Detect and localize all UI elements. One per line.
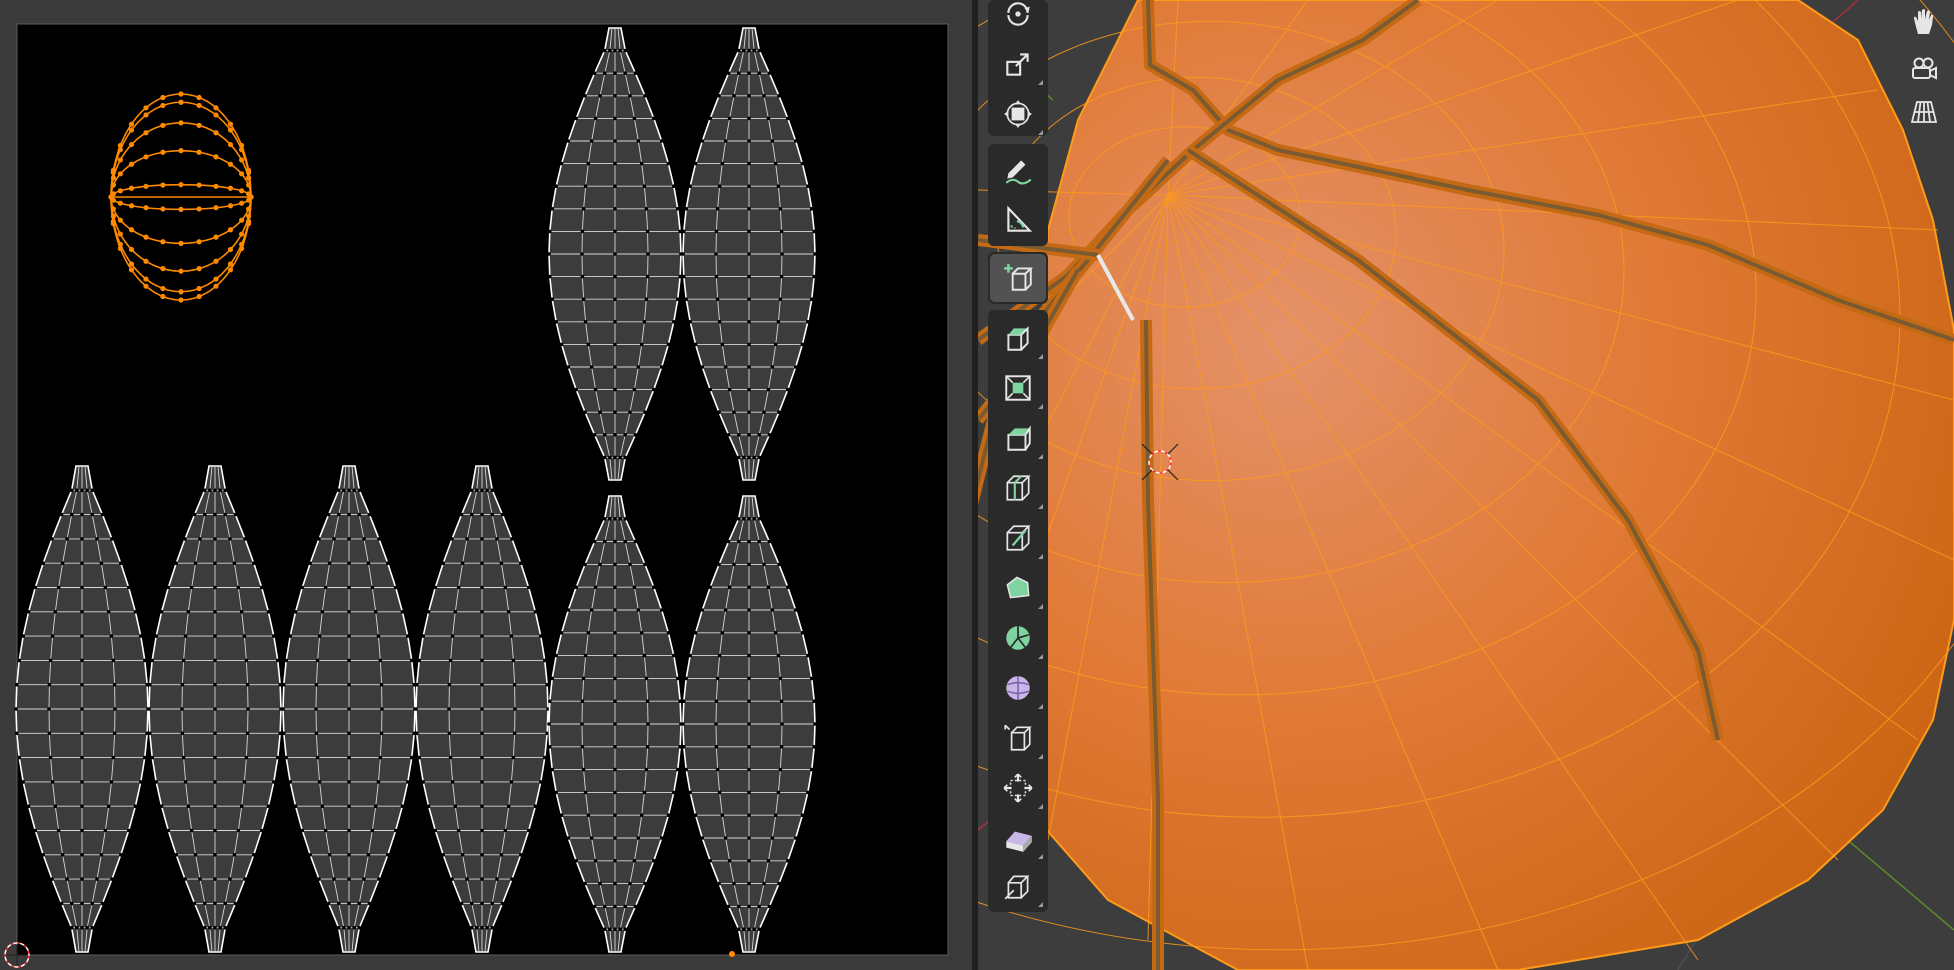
poly-build-icon [1006,576,1030,599]
knife-icon [1006,525,1031,551]
tool-options-indicator [1038,130,1043,135]
rotate-tool[interactable] [990,0,1046,38]
measure-tool[interactable] [990,196,1046,244]
tool-options-indicator [1038,554,1043,559]
measure-ruler-icon [1007,205,1033,232]
inset-faces-icon [1005,375,1031,401]
hand-icon [1914,9,1933,34]
scale-tool[interactable] [990,40,1046,88]
3d-viewport[interactable] [978,0,1954,970]
selected-vertex[interactable] [729,951,735,957]
extrude-region-tool[interactable] [990,314,1046,362]
tool-shelf [988,0,1048,912]
tool-options-indicator [1038,754,1043,759]
tool-options-indicator [1038,454,1043,459]
add-cube-tool[interactable] [990,254,1046,302]
tool-options-indicator [1038,804,1043,809]
tool-options-indicator [1038,604,1043,609]
bevel-tool[interactable] [990,414,1046,462]
inset-faces-tool[interactable] [990,364,1046,412]
edge-slide-icon [1004,724,1032,751]
poly-build-tool[interactable] [990,564,1046,612]
shear-tool[interactable] [990,814,1046,862]
tool-options-indicator [1038,504,1043,509]
perspective-toggle-button[interactable] [1904,92,1944,132]
uv-canvas[interactable] [0,0,972,970]
2d-cursor-icon[interactable] [4,942,30,968]
spin-icon [1006,626,1030,650]
uv-editor[interactable] [0,0,972,970]
shrink-fatten-tool[interactable] [990,764,1046,812]
transform-tool[interactable] [990,90,1046,138]
knife-tool[interactable] [990,514,1046,562]
tool-options-indicator [1038,404,1043,409]
shrink-fatten-icon [1003,773,1033,803]
tool-options-indicator [1038,704,1043,709]
tool-options-indicator [1038,654,1043,659]
extrude-region-icon [1007,326,1029,351]
camera-icon [1912,57,1937,80]
rip-region-icon [1004,875,1030,900]
grid-icon [1910,101,1938,123]
tool-options-indicator [1038,80,1043,85]
smooth-vertices-icon [1006,676,1030,700]
tool-options-indicator [1038,354,1043,359]
add-cube-icon [1004,264,1034,291]
edge-slide-tool[interactable] [990,714,1046,762]
spin-tool[interactable] [990,614,1046,662]
annotate-pencil-icon [1005,160,1032,185]
scale-icon [1006,53,1029,76]
loop-cut-tool[interactable] [990,464,1046,512]
tool-options-indicator [1038,854,1043,859]
rotate-icon [1007,2,1030,26]
transform-icon [1004,100,1032,128]
bevel-icon [1007,425,1031,451]
uv-selected-island[interactable] [108,91,254,303]
pan-view-button[interactable] [1904,2,1944,42]
viewport-canvas[interactable] [978,0,1954,970]
smooth-tool[interactable] [990,664,1046,712]
tool-options-indicator [1038,902,1043,907]
rip-region-tool[interactable] [990,862,1046,910]
annotate-tool[interactable] [990,146,1046,194]
loop-cut-icon [1006,475,1031,501]
shear-icon [1006,831,1032,852]
camera-view-button[interactable] [1904,48,1944,88]
